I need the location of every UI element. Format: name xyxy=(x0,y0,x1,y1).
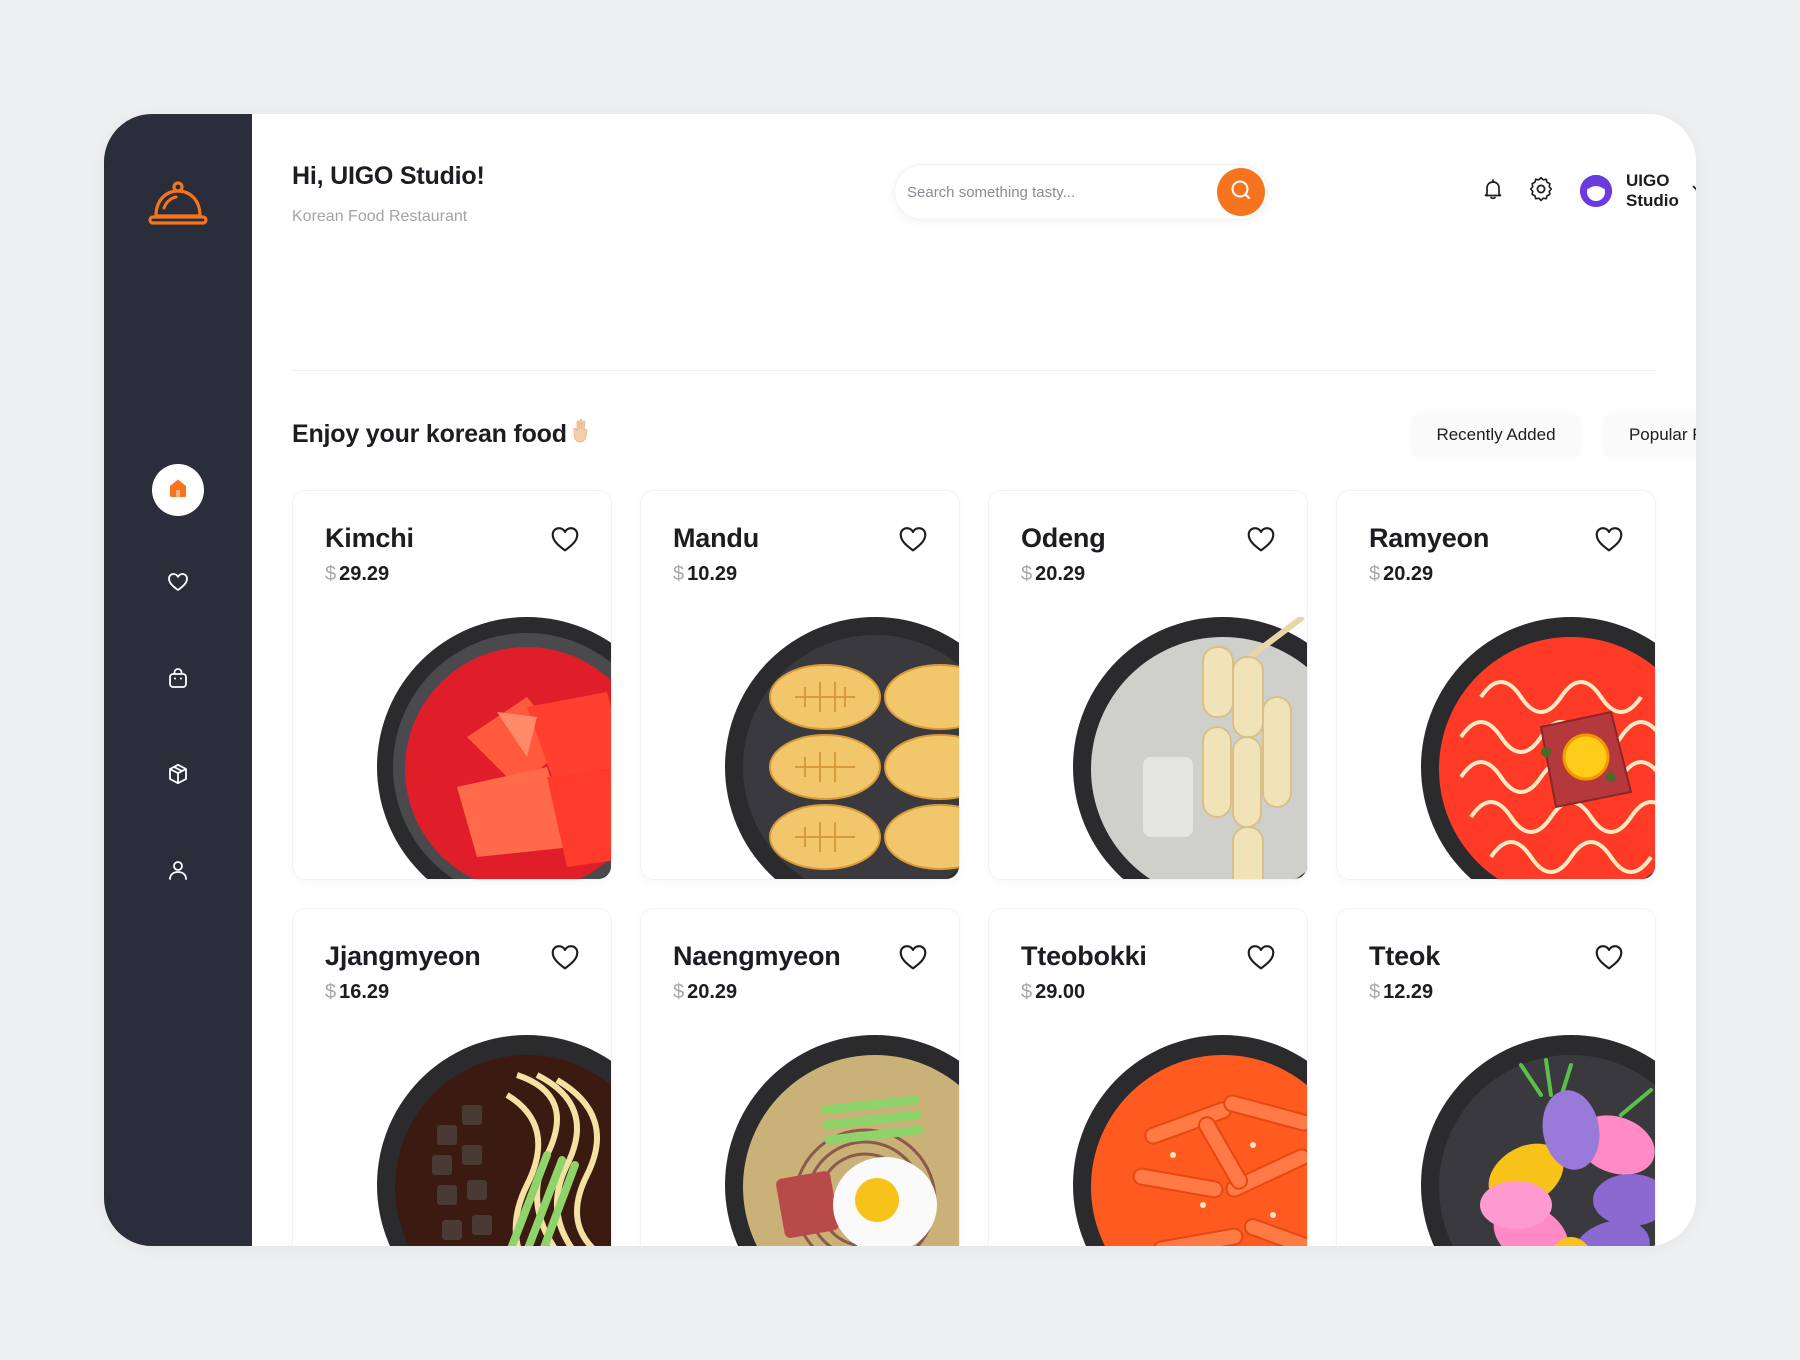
greeting-title: Hi, UIGO Studio! xyxy=(292,162,485,190)
search-button[interactable] xyxy=(1217,168,1265,216)
box-icon xyxy=(166,762,190,791)
price-value: 20.29 xyxy=(687,981,738,1003)
favorite-heart-icon[interactable] xyxy=(549,523,581,555)
food-name: Mandu xyxy=(673,523,759,553)
chevron-down-icon xyxy=(1691,181,1696,202)
header-divider xyxy=(292,370,1656,371)
food-card[interactable]: Jjangmyeon $16.29 xyxy=(292,908,612,1246)
food-price: $16.29 xyxy=(325,981,389,1004)
sidebar-item-profile[interactable] xyxy=(152,846,204,898)
gear-icon xyxy=(1528,176,1554,207)
filter-recently-added[interactable]: Recently Added xyxy=(1412,412,1580,458)
favorite-heart-icon[interactable] xyxy=(897,941,929,973)
food-card[interactable]: Mandu $10.29 xyxy=(640,490,960,880)
currency-symbol: $ xyxy=(325,981,337,1003)
user-icon xyxy=(166,858,190,887)
food-image xyxy=(725,1035,959,1246)
food-image xyxy=(1421,617,1655,879)
currency-symbol: $ xyxy=(325,563,337,585)
food-image xyxy=(377,617,611,879)
main-content: Hi, UIGO Studio! Korean Food Restaurant xyxy=(252,114,1696,1246)
food-image xyxy=(1073,1035,1307,1246)
bell-icon xyxy=(1481,177,1505,206)
food-card[interactable]: Kimchi $29.29 xyxy=(292,490,612,880)
price-value: 16.29 xyxy=(339,981,390,1003)
favorite-heart-icon[interactable] xyxy=(1593,941,1625,973)
filter-popular-food[interactable]: Popular Food xyxy=(1604,412,1696,458)
restaurant-subtitle: Korean Food Restaurant xyxy=(292,208,468,225)
food-price: $20.29 xyxy=(1369,563,1433,586)
currency-symbol: $ xyxy=(673,563,685,585)
sidebar xyxy=(104,114,252,1246)
food-price: $10.29 xyxy=(673,563,737,586)
notification-button[interactable] xyxy=(1478,176,1508,206)
price-value: 12.29 xyxy=(1383,981,1434,1003)
food-card[interactable]: Naengmyeon $20.29 xyxy=(640,908,960,1246)
price-value: 20.29 xyxy=(1035,563,1086,585)
hand-emoji-icon xyxy=(571,418,593,451)
heart-icon xyxy=(166,570,190,599)
sidebar-item-favorites[interactable] xyxy=(152,558,204,610)
food-image xyxy=(1421,1035,1655,1246)
food-name: Ramyeon xyxy=(1369,523,1490,553)
favorite-heart-icon[interactable] xyxy=(1245,941,1277,973)
currency-symbol: $ xyxy=(1369,563,1381,585)
currency-symbol: $ xyxy=(673,981,685,1003)
food-name: Tteobokki xyxy=(1021,941,1147,971)
search-icon xyxy=(1229,178,1253,207)
section-title: Enjoy your korean food xyxy=(292,418,593,451)
currency-symbol: $ xyxy=(1021,981,1033,1003)
food-price: $29.29 xyxy=(325,563,389,586)
favorite-heart-icon[interactable] xyxy=(1593,523,1625,555)
food-name: Naengmyeon xyxy=(673,941,841,971)
home-icon xyxy=(167,477,189,504)
search-bar xyxy=(894,164,1268,220)
sidebar-item-orders[interactable] xyxy=(152,654,204,706)
food-image xyxy=(377,1035,611,1246)
food-image xyxy=(725,617,959,879)
section-title-text: Enjoy your korean food xyxy=(292,420,567,448)
currency-symbol: $ xyxy=(1021,563,1033,585)
food-name: Jjangmyeon xyxy=(325,941,481,971)
currency-symbol: $ xyxy=(1369,981,1381,1003)
price-value: 10.29 xyxy=(687,563,738,585)
food-card[interactable]: Tteobokki $29.00 xyxy=(988,908,1308,1246)
settings-button[interactable] xyxy=(1526,176,1556,206)
favorite-heart-icon[interactable] xyxy=(1245,523,1277,555)
price-value: 20.29 xyxy=(1383,563,1434,585)
avatar xyxy=(1580,175,1612,207)
profile-name: UIGO Studio xyxy=(1626,171,1679,210)
price-value: 29.00 xyxy=(1035,981,1086,1003)
food-card[interactable]: Odeng $20.29 xyxy=(988,490,1308,880)
food-card[interactable]: Tteok $12.29 xyxy=(1336,908,1656,1246)
food-name: Odeng xyxy=(1021,523,1106,553)
food-image xyxy=(1073,614,1307,879)
food-price: $20.29 xyxy=(1021,563,1085,586)
profile-menu[interactable]: UIGO Studio xyxy=(1580,171,1696,210)
food-price: $20.29 xyxy=(673,981,737,1004)
sidebar-item-packages[interactable] xyxy=(152,750,204,802)
sidebar-item-home[interactable] xyxy=(152,464,204,516)
food-name: Tteok xyxy=(1369,941,1441,971)
shopping-bag-icon xyxy=(166,666,190,695)
favorite-heart-icon[interactable] xyxy=(897,523,929,555)
app-window: Hi, UIGO Studio! Korean Food Restaurant xyxy=(104,114,1696,1246)
food-card[interactable]: Ramyeon $20.29 xyxy=(1336,490,1656,880)
food-price: $12.29 xyxy=(1369,981,1433,1004)
cloche-icon[interactable] xyxy=(148,178,208,230)
food-price: $29.00 xyxy=(1021,981,1085,1004)
price-value: 29.29 xyxy=(339,563,390,585)
favorite-heart-icon[interactable] xyxy=(549,941,581,973)
food-name: Kimchi xyxy=(325,523,414,553)
search-input[interactable] xyxy=(907,165,1207,219)
